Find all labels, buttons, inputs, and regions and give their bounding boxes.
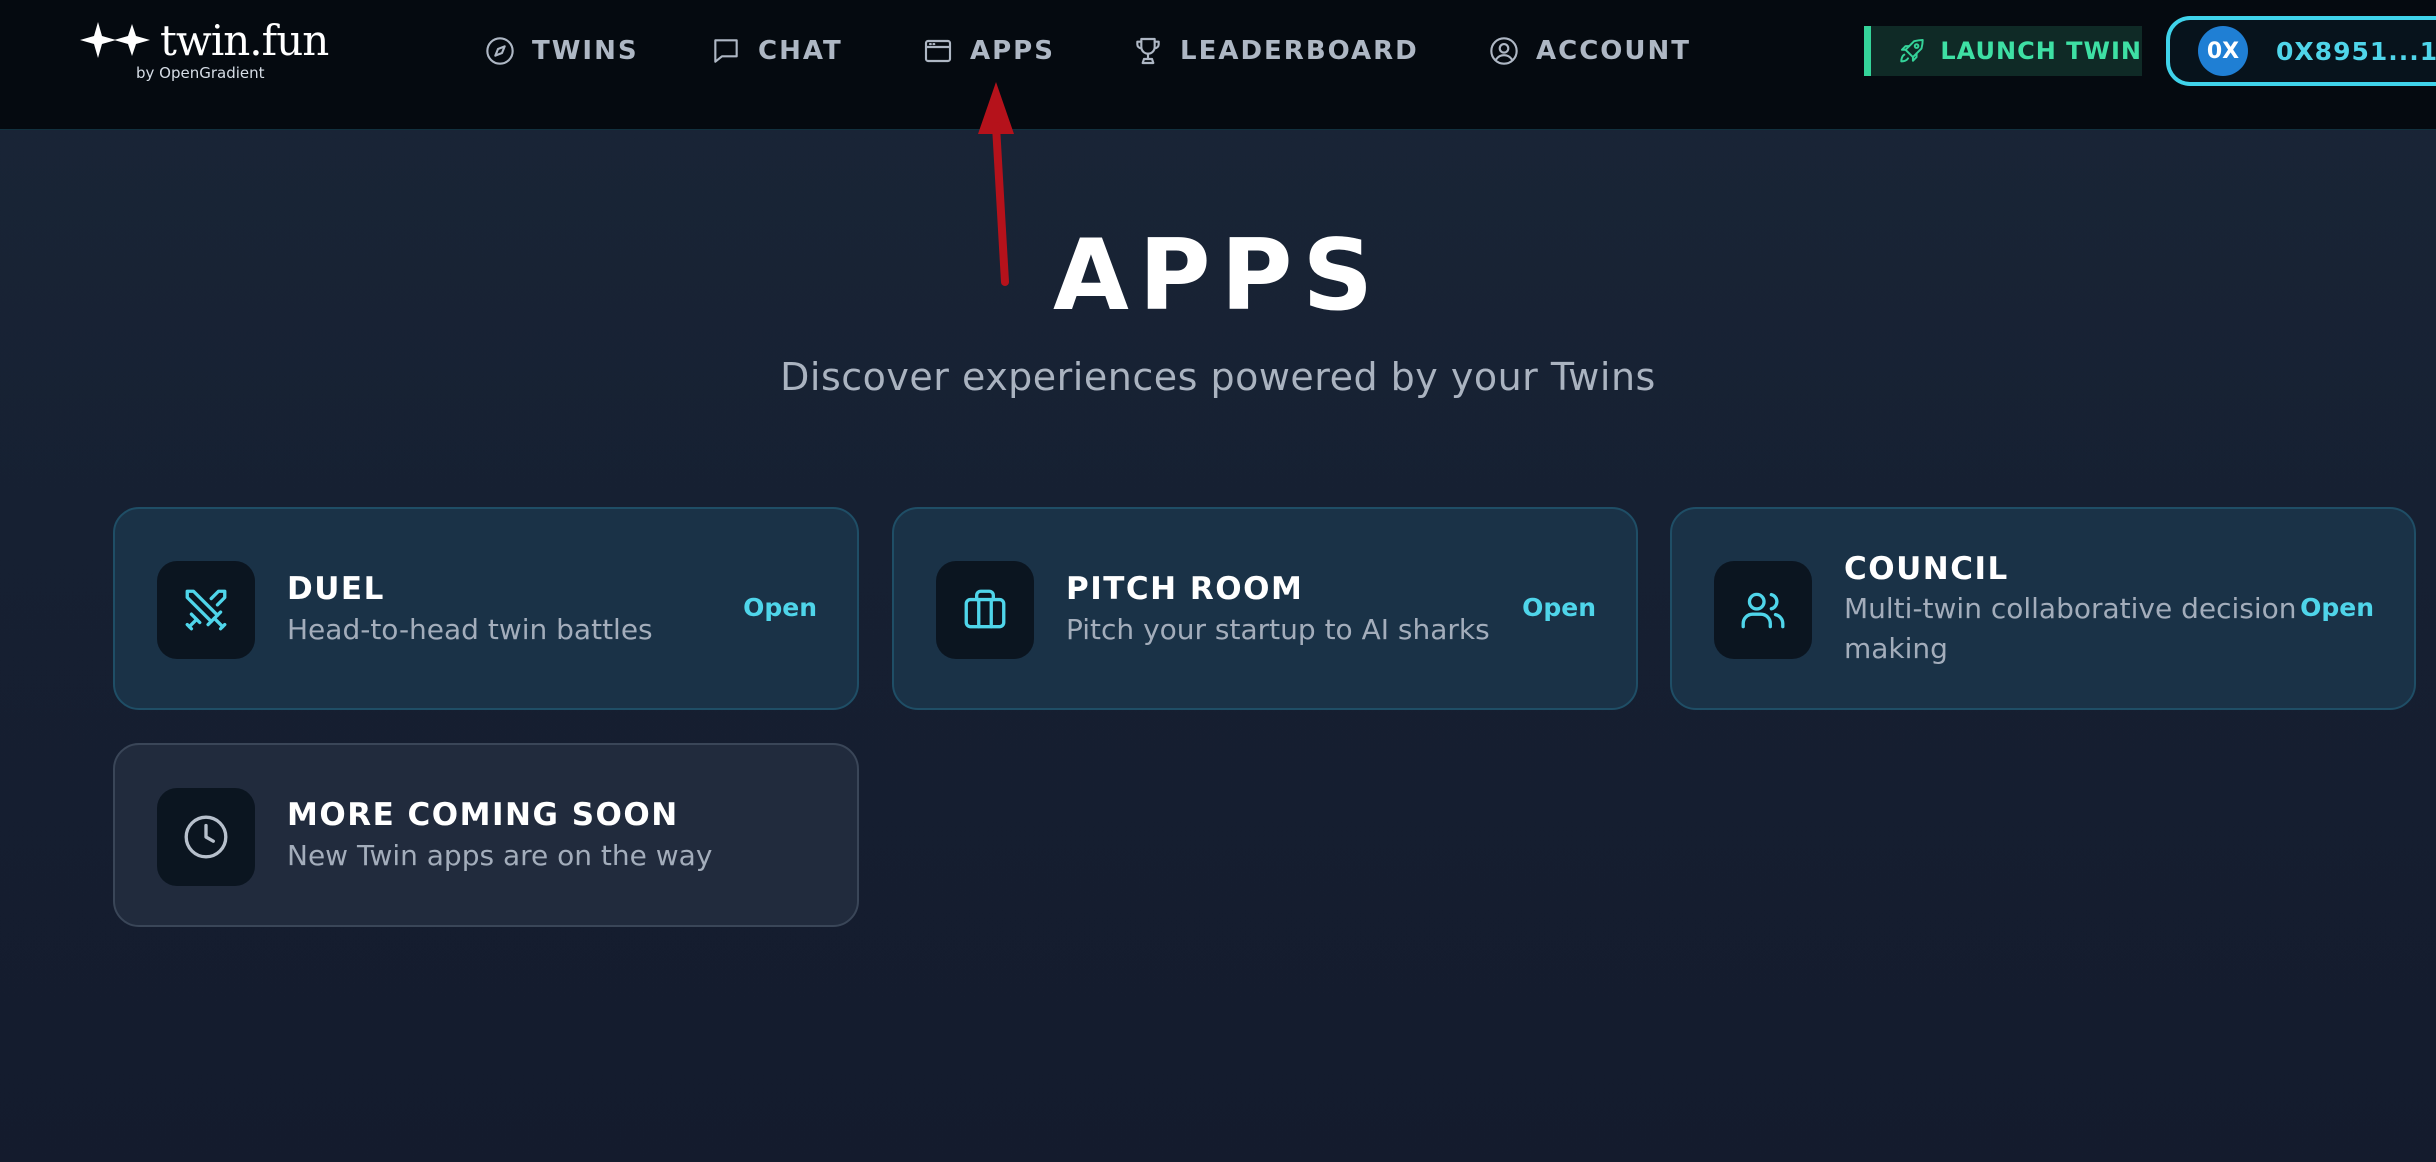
app-icon-pitch-room [936,561,1034,659]
app-card-coming-soon: MORE COMING SOON New Twin apps are on th… [113,743,859,927]
app-description-coming-soon: New Twin apps are on the way [287,839,713,872]
app-description-duel: Head-to-head twin battles [287,613,653,646]
app-title-council: COUNCIL [1844,551,2009,587]
nav-label-apps: APPS [970,36,1055,66]
app-description-pitch-room: Pitch your startup to AI sharks [1066,613,1490,646]
chat-bubble-icon [714,39,738,63]
app-title-duel: DUEL [287,571,385,607]
app-description-council: Multi-twin collaborative decision making [1844,592,2297,665]
rocket-icon [1900,39,1924,63]
user-circle-icon [1490,37,1518,65]
top-navigation-bar: twin.fun by OpenGradient TWINS CHAT APPS… [0,0,2436,130]
nav-label-twins: TWINS [532,36,639,66]
users-icon [1741,592,1785,629]
app-card-duel[interactable]: DUEL Head-to-head twin battles Open [113,507,859,710]
app-open-council-link[interactable]: Open [2300,593,2374,622]
wallet-avatar: 0X [2198,26,2248,76]
app-card-council[interactable]: COUNCIL Multi-twin collaborative decisio… [1670,507,2416,710]
trophy-icon [1136,37,1160,65]
compass-icon [486,37,514,65]
wallet-button[interactable]: 0X 0X8951...10C [2166,16,2436,86]
crossed-swords-icon [185,589,227,631]
launch-twin-label: LAUNCH TWIN [1940,37,2142,65]
nav-label-account: ACCOUNT [1536,36,1691,66]
app-open-duel-link[interactable]: Open [743,593,817,622]
nav-item-account[interactable]: ACCOUNT [1488,30,1691,72]
brand-logo[interactable]: twin.fun by OpenGradient [80,16,329,86]
page-subtitle: Discover experiences powered by your Twi… [780,355,1656,399]
sparkle-logo-icon [80,22,150,58]
brand-tagline: by OpenGradient [136,64,265,82]
app-card-pitch-room[interactable]: PITCH ROOM Pitch your startup to AI shar… [892,507,1638,710]
wallet-address: 0X8951...10C [2276,36,2436,66]
nav-item-apps[interactable]: APPS [922,30,1055,72]
clock-icon [184,815,228,859]
app-icon-duel [157,561,255,659]
nav-label-chat: CHAT [758,36,843,66]
app-icon-coming-soon [157,788,255,886]
page-title: APPS [1052,219,1384,333]
app-title-pitch-room: PITCH ROOM [1066,571,1304,607]
briefcase-icon [964,589,1006,629]
nav-item-chat[interactable]: CHAT [710,30,843,72]
nav-item-twins[interactable]: TWINS [484,30,639,72]
app-title-coming-soon: MORE COMING SOON [287,797,679,833]
browser-window-icon [924,39,952,63]
launch-twin-button[interactable]: LAUNCH TWIN [1864,26,2142,76]
app-icon-council [1714,561,1812,659]
nav-item-leaderboard[interactable]: LEADERBOARD [1132,30,1419,72]
app-open-pitch-room-link[interactable]: Open [1522,593,1596,622]
brand-name: twin.fun [160,16,329,65]
nav-label-leaderboard: LEADERBOARD [1180,36,1419,66]
